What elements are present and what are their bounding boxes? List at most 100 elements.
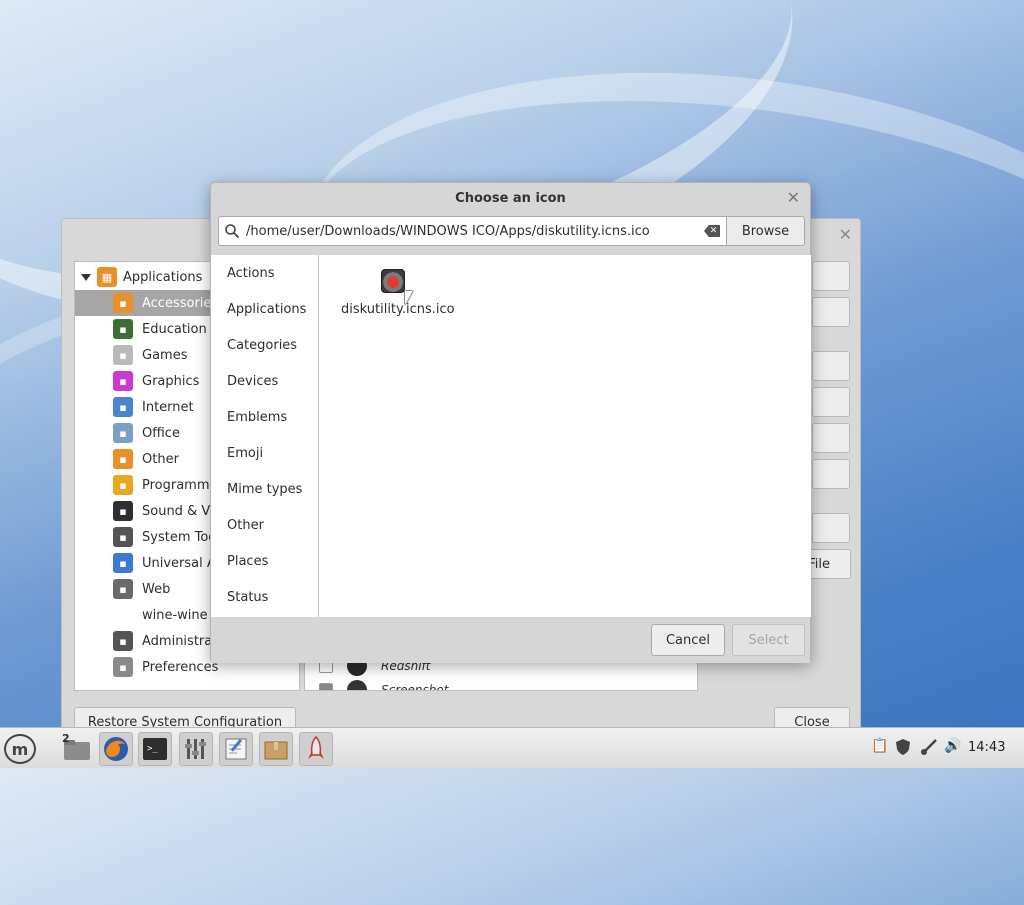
expander-icon[interactable] [81, 273, 91, 281]
editor-side-button[interactable] [812, 423, 850, 453]
tree-root-label: Applications [123, 269, 203, 285]
tree-item-label: Other [142, 451, 179, 467]
tree-item-label: System Too [142, 529, 217, 545]
category-icon: ▪ [113, 631, 133, 651]
firefox-launcher[interactable] [99, 732, 133, 766]
context-item[interactable]: Emoji [227, 443, 263, 463]
applications-icon: ▦ [97, 267, 117, 287]
editor-side-button[interactable] [812, 261, 850, 291]
file-manager-launcher[interactable]: 2 [60, 732, 94, 766]
linux-mint-icon[interactable]: m [4, 734, 36, 764]
context-item[interactable]: Categories [227, 335, 297, 355]
search-icon [225, 224, 240, 239]
clock[interactable]: 14:43 [968, 740, 1005, 755]
context-item[interactable]: Status [227, 587, 268, 607]
firefox-icon [104, 737, 128, 761]
context-item[interactable]: Emblems [227, 407, 287, 427]
editor-side-button[interactable] [812, 459, 850, 489]
archive-launcher[interactable] [259, 732, 293, 766]
clipboard-icon[interactable]: 📋 [871, 738, 888, 754]
icon-file-label: diskutility.icns.ico [341, 302, 455, 317]
select-label: Select [748, 632, 789, 648]
category-icon: ▪ [113, 397, 133, 417]
mixer-icon [185, 739, 206, 759]
cancel-button[interactable]: Cancel [651, 624, 725, 656]
category-icon: ▪ [113, 449, 133, 469]
select-button[interactable]: Select [732, 624, 805, 656]
editor-side-button[interactable] [812, 513, 850, 543]
category-icon: ▪ [113, 293, 133, 313]
context-label: Applications [227, 301, 307, 317]
rocket-icon [308, 735, 324, 759]
context-item[interactable]: Actions [227, 263, 275, 283]
category-icon: ▪ [113, 501, 133, 521]
tree-item-label: Office [142, 425, 180, 441]
clear-text-icon[interactable]: ✕ [704, 225, 720, 237]
tree-item-label: Universal A [142, 555, 216, 571]
workspace-badge: 2 [62, 732, 70, 745]
context-label: Categories [227, 337, 298, 353]
tree-item-label: Education [142, 321, 207, 337]
category-icon: ▪ [113, 475, 133, 495]
network-icon[interactable] [920, 738, 938, 756]
list-item-label: Screenshot [381, 683, 449, 691]
cancel-label: Cancel [665, 632, 711, 648]
tree-item-label: Sound & Vi [142, 503, 214, 519]
context-label: Places [227, 553, 269, 569]
category-icon: ▪ [113, 527, 133, 547]
close-icon[interactable]: ✕ [839, 225, 852, 244]
category-icon: ▪ [113, 657, 133, 677]
category-icon: ▪ [113, 423, 133, 443]
tree-item-label: Administrat [142, 633, 218, 649]
svg-text:>_: >_ [147, 744, 158, 754]
tree-item-label: Games [142, 347, 188, 363]
category-icon: ▪ [113, 579, 133, 599]
context-label: Emoji [227, 445, 264, 461]
tree-item-label: Programmi [142, 477, 214, 493]
screenshot-icon [347, 680, 367, 690]
terminal-icon: >_ [143, 738, 167, 760]
icon-grid: diskutility.icns.ico [319, 255, 811, 617]
context-label: Status [227, 589, 269, 605]
tree-item-label: wine-wine [142, 607, 208, 623]
editor-side-button[interactable] [812, 351, 850, 381]
context-label: Devices [227, 373, 279, 389]
icon-path-value: /home/user/Downloads/WINDOWS ICO/Apps/di… [246, 223, 650, 239]
tree-item-label: Internet [142, 399, 194, 415]
tree-item-label: Web [142, 581, 171, 597]
browse-label: Browse [741, 223, 790, 239]
shield-icon[interactable] [895, 738, 911, 756]
archive-icon [264, 741, 288, 760]
editor-side-button[interactable] [812, 387, 850, 417]
context-label: Other [227, 517, 264, 533]
dialog-title: Choose an icon [455, 190, 566, 206]
icon-path-input[interactable]: /home/user/Downloads/WINDOWS ICO/Apps/di… [218, 216, 727, 246]
text-editor-icon [225, 738, 247, 760]
tree-item-label: Preferences [142, 659, 219, 675]
context-item[interactable]: Mime types [227, 479, 302, 499]
mouse-cursor [405, 291, 413, 305]
context-item[interactable]: Applications [227, 299, 306, 319]
context-label: Emblems [227, 409, 288, 425]
browse-button[interactable]: Browse [726, 216, 805, 246]
terminal-launcher[interactable]: >_ [138, 732, 172, 766]
rocket-launcher[interactable] [299, 732, 333, 766]
icon-context-list: Actions Applications Categories Devices … [211, 255, 319, 617]
item-checkbox[interactable] [319, 683, 333, 690]
volume-icon[interactable]: 🔊 [944, 738, 961, 754]
editor-side-button[interactable] [812, 297, 850, 327]
choose-icon-dialog: Choose an icon ✕ /home/user/Downloads/WI… [210, 182, 811, 663]
tree-root-applications[interactable]: ▦ Applications [81, 266, 202, 288]
text-editor-launcher[interactable] [219, 732, 253, 766]
disk-utility-icon[interactable] [381, 269, 405, 293]
category-icon: ▪ [113, 319, 133, 339]
category-icon [113, 605, 133, 625]
context-item[interactable]: Devices [227, 371, 278, 391]
context-item[interactable]: Other [227, 515, 264, 535]
close-icon[interactable]: ✕ [787, 188, 800, 207]
context-item[interactable]: Places [227, 551, 268, 571]
context-label: Mime types [227, 481, 303, 497]
list-item[interactable]: Screenshot [319, 680, 449, 691]
mixer-launcher[interactable] [179, 732, 213, 766]
tree-item-label: Accessories [142, 295, 219, 311]
